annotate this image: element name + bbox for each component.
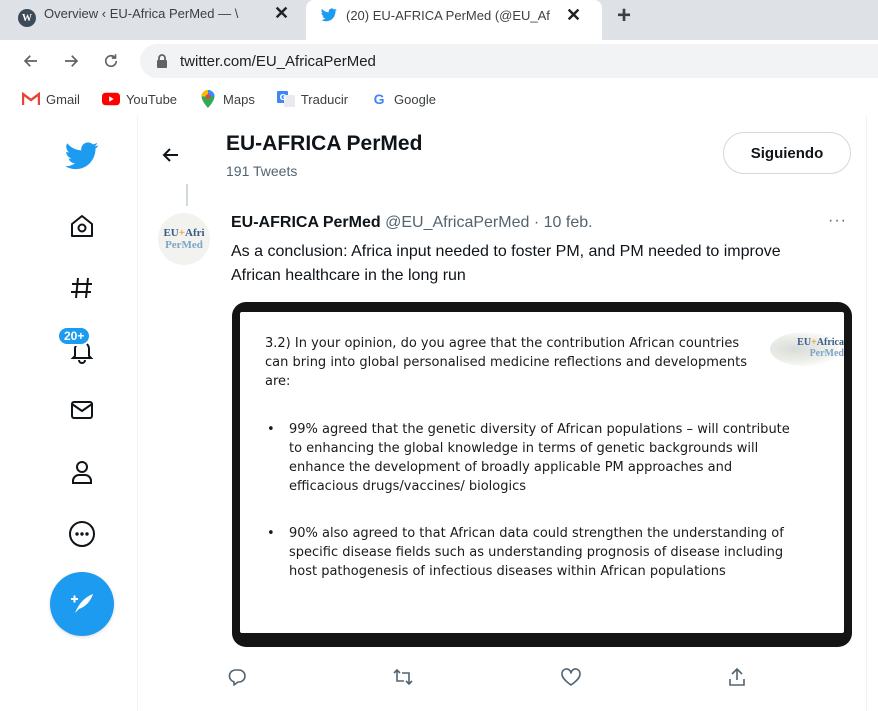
reply-icon[interactable]	[222, 662, 252, 692]
twitter-sidebar: 20+	[0, 116, 140, 711]
twitter-icon	[320, 6, 338, 24]
slide-bullet: 90% also agreed to that African data cou…	[265, 524, 795, 581]
share-icon[interactable]	[722, 662, 752, 692]
twitter-logo-icon[interactable]	[60, 134, 104, 178]
tab-title: Overview ‹ EU-Africa PerMed — \	[44, 5, 239, 21]
bookmark-label: Google	[394, 91, 436, 107]
back-arrow-icon[interactable]	[18, 48, 44, 74]
compose-feather-icon	[71, 594, 93, 613]
author-name[interactable]: EU-AFRICA PerMed	[231, 214, 381, 231]
bookmark-traducir[interactable]: G Traducir	[276, 91, 349, 107]
bookmark-google[interactable]: G Google	[370, 91, 436, 107]
slide-image: 3.2) In your opinion, do you agree that …	[240, 312, 844, 633]
slide-bullet-list: 99% agreed that the genetic diversity of…	[265, 420, 795, 496]
slide-bullet: 99% agreed that the genetic diversity of…	[265, 420, 795, 496]
tweet-date[interactable]: 10 feb.	[544, 214, 593, 231]
thread-line	[186, 184, 188, 206]
profile-person-icon[interactable]	[60, 450, 104, 494]
browser-toolbar: twitter.com/EU_AfricaPerMed	[0, 40, 878, 82]
tweet-count: 191 Tweets	[226, 163, 298, 179]
following-button[interactable]: Siguiendo	[723, 132, 851, 174]
timeline-column: EU-AFRICA PerMed 191 Tweets Siguiendo EU…	[137, 116, 867, 711]
separator: ·	[533, 214, 540, 231]
reload-icon[interactable]	[98, 48, 124, 74]
tab-title: (20) EU-AFRICA PerMed (@EU_Af	[346, 7, 550, 23]
maps-icon	[199, 90, 217, 108]
bookmark-gmail[interactable]: Gmail	[22, 91, 80, 107]
more-options-icon[interactable]: ···	[828, 212, 847, 230]
compose-tweet-button[interactable]	[50, 572, 114, 636]
messages-envelope-icon[interactable]	[60, 388, 104, 432]
tab-close-icon[interactable]: ✕	[566, 5, 581, 26]
bookmark-label: Gmail	[46, 91, 80, 107]
eu-africa-permed-logo: EU+Africa PerMed	[770, 326, 844, 370]
bookmark-maps[interactable]: Maps	[199, 90, 255, 108]
address-bar[interactable]: twitter.com/EU_AfricaPerMed	[140, 44, 878, 78]
wordpress-icon: W	[18, 9, 36, 27]
tweet-image[interactable]: 3.2) In your opinion, do you agree that …	[232, 302, 852, 647]
tweet-actions	[228, 662, 852, 692]
tweet-text: As a conclusion: Africa input needed to …	[231, 243, 781, 284]
translate-icon: G	[276, 91, 295, 107]
tweet-header: EU-AFRICA PerMed @EU_AfricaPerMed · 10 f…	[231, 214, 593, 232]
home-icon[interactable]	[60, 204, 104, 248]
author-handle[interactable]: @EU_AfricaPerMed	[385, 214, 529, 231]
bookmark-label: YouTube	[125, 91, 178, 107]
tab-close-icon[interactable]: ✕	[274, 3, 289, 24]
retweet-icon[interactable]	[388, 662, 418, 692]
youtube-icon	[101, 91, 120, 107]
forward-arrow-icon[interactable]	[58, 48, 84, 74]
google-icon: G	[373, 91, 385, 107]
bookmarks-bar: Gmail YouTube Maps G Traducir G Google	[0, 82, 878, 116]
more-circle-icon[interactable]	[60, 512, 104, 556]
new-tab-button[interactable]: +	[617, 2, 631, 30]
slide-bullet-list: 90% also agreed to that African data cou…	[265, 524, 795, 581]
bookmark-youtube[interactable]: YouTube	[101, 91, 178, 107]
bookmark-label: Maps	[223, 91, 255, 107]
slide-question: 3.2) In your opinion, do you agree that …	[265, 336, 748, 389]
back-arrow-icon[interactable]	[156, 140, 186, 170]
avatar[interactable]: EU+Afri PerMed	[158, 213, 210, 265]
browser-tab-overview[interactable]: W Overview ‹ EU-Africa PerMed — \ ✕	[18, 0, 304, 36]
browser-tab-strip: W Overview ‹ EU-Africa PerMed — \ ✕ (20)…	[0, 0, 878, 40]
gmail-icon	[22, 91, 40, 107]
lock-icon	[157, 54, 167, 68]
bookmark-label: Traducir	[300, 91, 349, 107]
explore-hashtag-icon[interactable]	[60, 266, 104, 310]
notification-badge: 20+	[57, 326, 92, 346]
browser-tab-twitter[interactable]: (20) EU-AFRICA PerMed (@EU_Af ✕	[306, 0, 602, 40]
svg-text:G: G	[279, 93, 286, 102]
profile-name: EU-AFRICA PerMed	[226, 132, 423, 155]
url-text: twitter.com/EU_AfricaPerMed	[180, 52, 376, 70]
like-heart-icon[interactable]	[556, 662, 586, 692]
